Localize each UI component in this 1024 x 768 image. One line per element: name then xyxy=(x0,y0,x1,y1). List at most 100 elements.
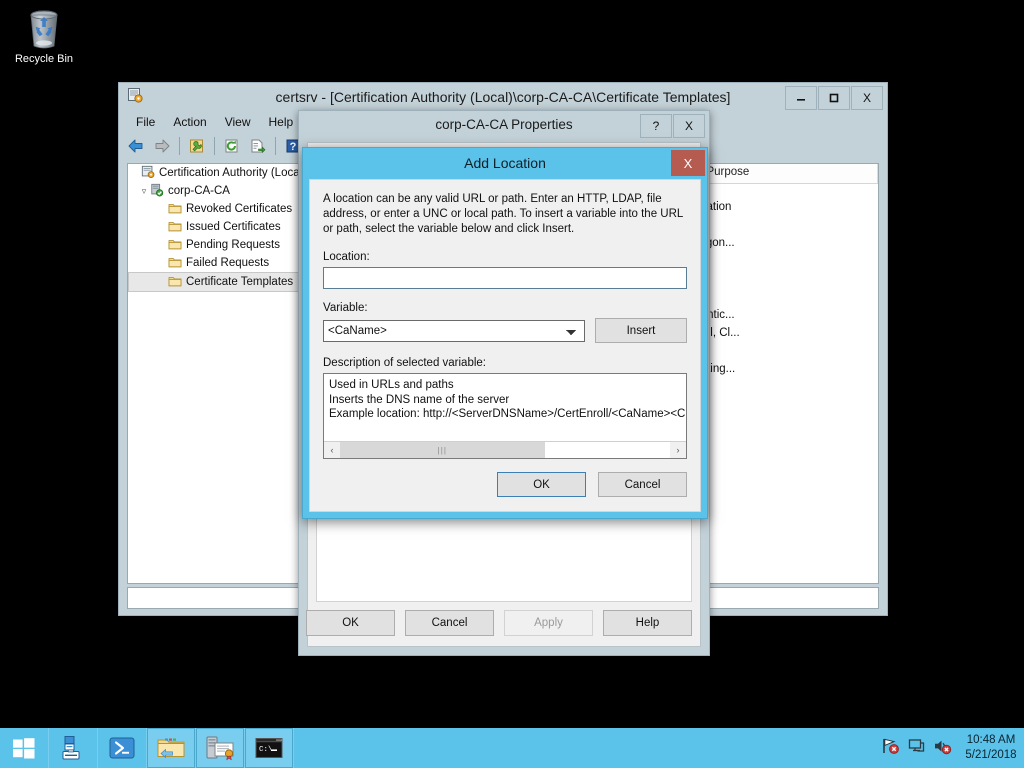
certsrv-window-buttons: X xyxy=(784,86,883,110)
properties-window-buttons: ? X xyxy=(639,114,705,138)
help-button[interactable]: ? xyxy=(640,114,672,138)
scrollbar-thumb[interactable]: ||| xyxy=(340,442,545,458)
properties-ok-button[interactable]: OK xyxy=(306,610,395,636)
variable-select[interactable]: <CaName> <CATruncatedName> <CRLNameSuffi… xyxy=(323,320,585,342)
desktop-icon-recycle-bin[interactable]: Recycle Bin xyxy=(8,6,80,66)
powershell-icon xyxy=(108,736,136,760)
tree-item-certification-authority[interactable]: Certification Authority (Local) xyxy=(128,164,306,182)
system-tray xyxy=(877,728,958,768)
taskbar-item-certsrv[interactable] xyxy=(196,728,244,768)
tree-item-certificate-templates[interactable]: Certificate Templates xyxy=(128,272,306,292)
properties-apply-button: Apply xyxy=(504,610,593,636)
certsrv-title-bar[interactable]: certsrv - [Certification Authority (Loca… xyxy=(119,83,887,111)
menu-item-action[interactable]: Action xyxy=(164,113,215,131)
tree-item-issued-certificates[interactable]: Issued Certificates xyxy=(128,218,306,236)
horizontal-scrollbar[interactable]: ‹ ||| › xyxy=(324,441,686,458)
tree-item-label: Certificate Templates xyxy=(186,276,293,288)
folder-icon xyxy=(168,238,182,253)
minimize-button[interactable] xyxy=(785,86,817,110)
refresh-icon[interactable] xyxy=(220,135,244,157)
desktop-icon-label: Recycle Bin xyxy=(8,53,80,66)
location-input[interactable] xyxy=(323,267,687,289)
svg-text:C:\: C:\ xyxy=(259,746,273,754)
twisty-expanded-icon[interactable]: ▿ xyxy=(138,186,150,197)
clock-time: 10:48 AM xyxy=(967,733,1016,748)
back-arrow-icon[interactable] xyxy=(124,135,148,157)
tree-item-label: Failed Requests xyxy=(186,257,269,269)
close-icon[interactable]: X xyxy=(671,150,705,176)
toolbar-separator xyxy=(214,137,215,155)
properties-footer: OK Cancel Apply Help xyxy=(316,608,692,638)
close-button[interactable]: X xyxy=(673,114,705,138)
add-location-ok-button[interactable]: OK xyxy=(497,472,586,497)
variable-label: Variable: xyxy=(323,302,687,314)
certsrv-title-text: certsrv - [Certification Authority (Loca… xyxy=(119,83,887,111)
add-location-cancel-button[interactable]: Cancel xyxy=(598,472,687,497)
add-location-instructions: A location can be any valid URL or path.… xyxy=(323,192,687,237)
taskbar-item-server-manager[interactable] xyxy=(49,728,97,768)
tree-item-label: Certification Authority (Local) xyxy=(159,167,306,179)
properties-title-bar[interactable]: corp-CA-CA Properties ? X xyxy=(299,111,709,138)
add-location-dialog[interactable]: Add Location X A location can be any val… xyxy=(302,147,708,519)
location-label: Location: xyxy=(323,251,687,263)
start-button[interactable] xyxy=(0,728,48,768)
svg-text:?: ? xyxy=(290,141,297,153)
ca-root-icon xyxy=(141,165,155,182)
recycle-bin-icon xyxy=(8,6,80,52)
file-explorer-icon xyxy=(156,736,186,760)
variable-description-box: Used in URLs and paths Inserts the DNS n… xyxy=(323,373,687,459)
taskbar-clock[interactable]: 10:48 AM 5/21/2018 xyxy=(958,728,1024,768)
tree-item-label: Issued Certificates xyxy=(186,221,281,233)
taskbar-item-powershell[interactable] xyxy=(98,728,146,768)
scroll-right-arrow-icon[interactable]: › xyxy=(670,442,686,458)
tree-item-pending-requests[interactable]: Pending Requests xyxy=(128,236,306,254)
toolbar-separator xyxy=(275,137,276,155)
description-line: Example location: http://<ServerDNSName>… xyxy=(329,407,681,422)
taskbar-item-command-prompt[interactable]: C:\ xyxy=(245,728,293,768)
variable-description-label: Description of selected variable: xyxy=(323,357,687,369)
folder-icon xyxy=(168,275,182,290)
status-segment-left xyxy=(128,588,307,608)
add-location-footer: OK Cancel xyxy=(497,472,687,497)
properties-icon[interactable] xyxy=(185,135,209,157)
tree-item-failed-requests[interactable]: Failed Requests xyxy=(128,254,306,272)
description-line: Used in URLs and paths xyxy=(329,378,681,393)
menu-item-help[interactable]: Help xyxy=(260,113,303,131)
description-line: Inserts the DNS name of the server xyxy=(329,393,681,408)
menu-item-file[interactable]: File xyxy=(127,113,164,131)
volume-muted-icon[interactable] xyxy=(933,737,952,760)
add-location-title-bar[interactable]: Add Location X xyxy=(303,148,707,179)
properties-cancel-button[interactable]: Cancel xyxy=(405,610,494,636)
certification-authority-icon xyxy=(205,735,235,761)
folder-icon xyxy=(168,220,182,235)
add-location-body: A location can be any valid URL or path.… xyxy=(309,179,701,512)
menu-item-view[interactable]: View xyxy=(216,113,260,131)
folder-icon xyxy=(168,202,182,217)
action-center-icon[interactable] xyxy=(907,737,926,760)
variable-row: <CaName> <CATruncatedName> <CRLNameSuffi… xyxy=(323,318,687,343)
maximize-button[interactable] xyxy=(818,86,850,110)
add-location-title-text: Add Location xyxy=(303,148,707,179)
certsrv-app-icon xyxy=(127,87,143,108)
properties-help-button[interactable]: Help xyxy=(603,610,692,636)
tree-item-label: Revoked Certificates xyxy=(186,203,292,215)
taskbar-item-file-explorer[interactable] xyxy=(147,728,195,768)
tree-item-revoked-certificates[interactable]: Revoked Certificates xyxy=(128,200,306,218)
close-button[interactable]: X xyxy=(851,86,883,110)
command-prompt-icon: C:\ xyxy=(254,737,284,759)
variable-description-text: Used in URLs and paths Inserts the DNS n… xyxy=(324,374,686,426)
scroll-left-arrow-icon[interactable]: ‹ xyxy=(324,442,340,458)
forward-arrow-icon[interactable] xyxy=(150,135,174,157)
taskbar[interactable]: C:\ xyxy=(0,728,1024,768)
export-list-icon[interactable] xyxy=(246,135,270,157)
tree-item-corp-ca-ca[interactable]: ▿ corp-CA-CA xyxy=(128,182,306,200)
network-flag-icon[interactable] xyxy=(881,737,900,760)
taskbar-spacer xyxy=(294,728,877,768)
server-manager-icon xyxy=(59,735,87,761)
console-tree[interactable]: Certification Authority (Local) ▿ corp xyxy=(127,163,307,584)
scrollbar-track[interactable]: ||| xyxy=(340,442,670,458)
ca-server-icon xyxy=(150,183,164,200)
tree-item-label: Pending Requests xyxy=(186,239,280,251)
tree-item-label: corp-CA-CA xyxy=(168,185,230,197)
insert-button[interactable]: Insert xyxy=(595,318,687,343)
